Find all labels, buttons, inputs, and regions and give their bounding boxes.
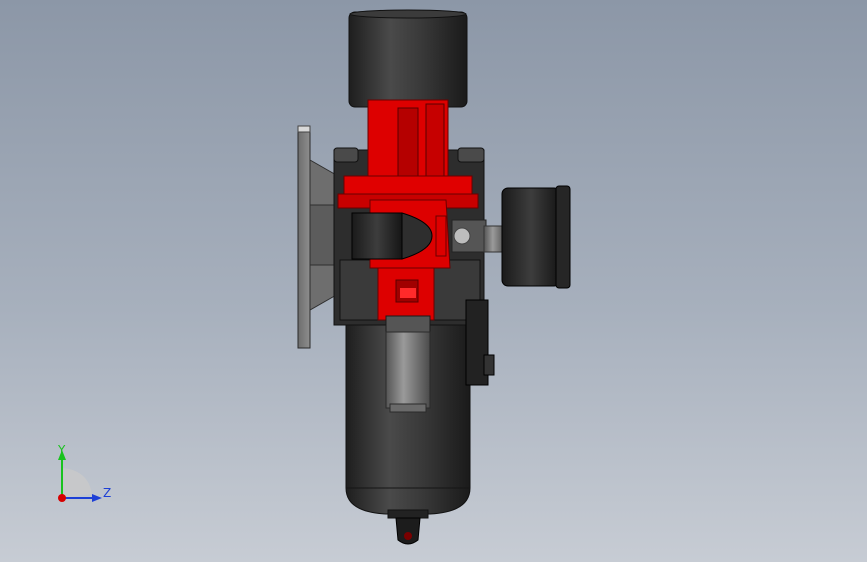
filter-regulator-model[interactable] — [0, 0, 867, 562]
bonnet[interactable] — [348, 9, 468, 108]
graphics-viewport[interactable]: Y Z — [0, 0, 867, 562]
pressure-gauge[interactable] — [501, 185, 571, 289]
coordinate-triad: Y Z — [57, 443, 111, 502]
drain-valve[interactable] — [395, 517, 421, 545]
y-axis-label: Y — [57, 443, 66, 457]
x-axis-dot — [58, 494, 66, 502]
z-axis-arrow — [92, 494, 102, 502]
z-axis-label: Z — [103, 486, 111, 500]
triad-plane — [62, 468, 92, 498]
outlet-port[interactable] — [451, 219, 507, 253]
adjustment-stem[interactable] — [385, 315, 431, 413]
